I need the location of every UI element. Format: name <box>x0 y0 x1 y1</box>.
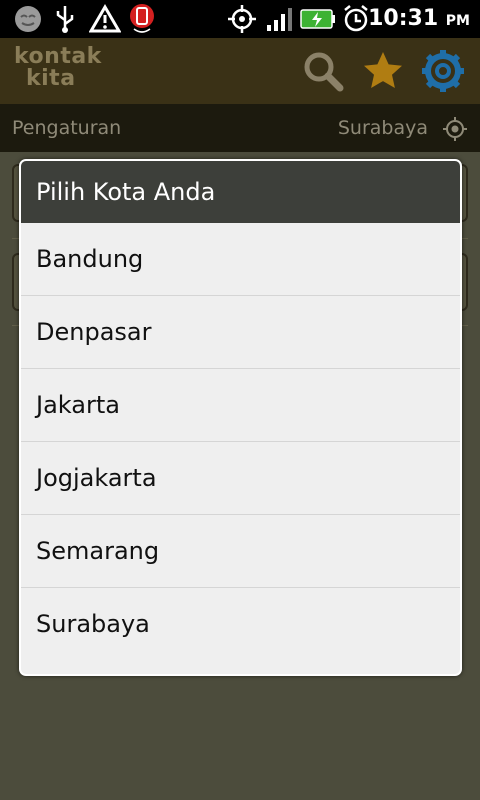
app-logo: kontak kita <box>14 46 102 90</box>
gear-icon[interactable] <box>420 48 466 94</box>
ampm-text: PM <box>445 13 470 29</box>
settings-label: Pengaturan <box>12 117 122 139</box>
warning-icon <box>88 4 122 34</box>
battery-charging-icon <box>300 4 336 34</box>
city-option-semarang[interactable]: Semarang <box>21 515 460 588</box>
city-option-bandung[interactable]: Bandung <box>21 223 460 296</box>
city-option-jakarta[interactable]: Jakarta <box>21 369 460 442</box>
current-city-label[interactable]: Surabaya <box>338 104 428 152</box>
settings-bar: Pengaturan Surabaya <box>0 104 480 152</box>
alarm-icon <box>342 4 370 34</box>
search-icon[interactable] <box>300 48 346 94</box>
dialog-title: Pilih Kota Anda <box>21 161 460 223</box>
time-text: 10:31 <box>368 6 439 31</box>
logo-line-2: kita <box>26 66 76 91</box>
city-option-jogjakarta[interactable]: Jogjakarta <box>21 442 460 515</box>
city-option-denpasar[interactable]: Denpasar <box>21 296 460 369</box>
city-list: Bandung Denpasar Jakarta Jogjakarta Sema… <box>21 223 460 661</box>
star-icon[interactable] <box>360 48 406 94</box>
app-bar: kontak kita <box>0 38 480 104</box>
city-option-surabaya[interactable]: Surabaya <box>21 588 460 661</box>
status-time: 10:31 PM <box>368 0 470 38</box>
notification-face-icon <box>12 4 44 34</box>
status-bar: 10:31 PM <box>0 0 480 38</box>
phone-alert-icon <box>128 4 156 34</box>
usb-icon <box>52 4 78 34</box>
location-icon[interactable] <box>442 116 468 142</box>
signal-icon <box>264 4 294 34</box>
gps-icon <box>226 4 258 34</box>
city-picker-dialog: Pilih Kota Anda Bandung Denpasar Jakarta… <box>19 159 462 676</box>
logo-line-1: kontak <box>14 44 102 69</box>
